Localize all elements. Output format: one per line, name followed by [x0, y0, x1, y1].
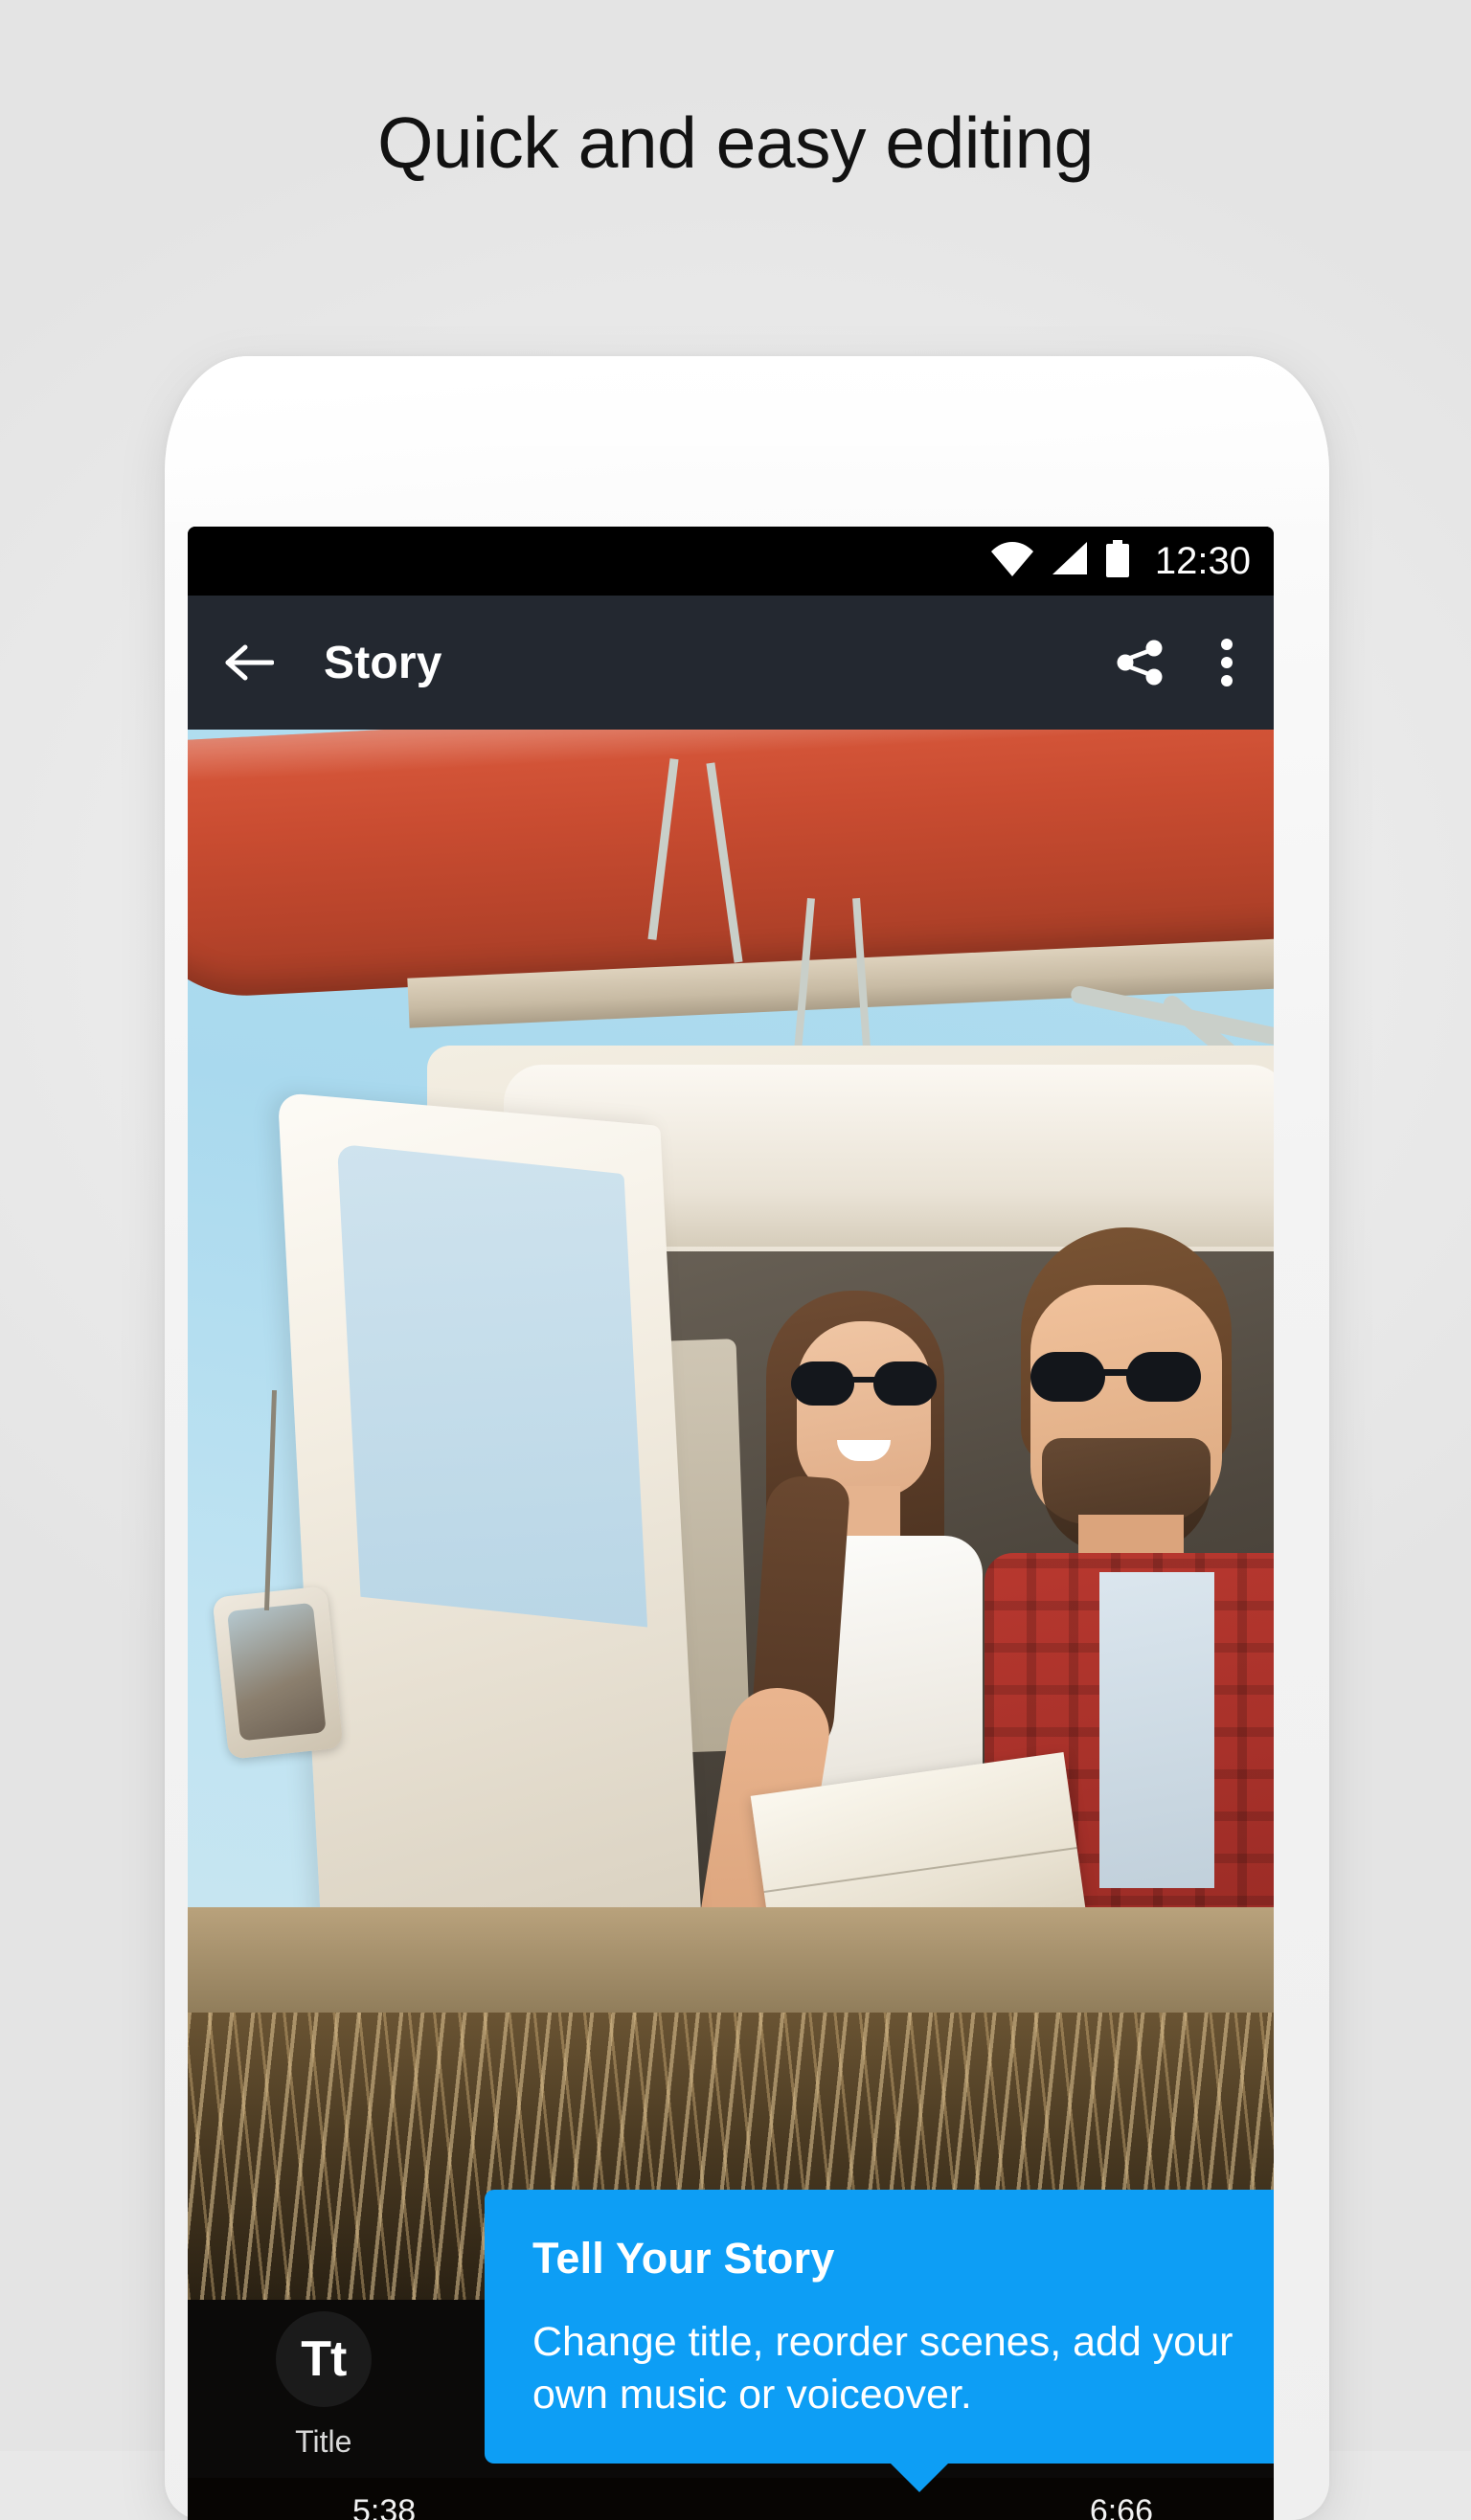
text-format-glyph: Tt: [301, 2331, 347, 2387]
tooltip-title: Tell Your Story: [532, 2234, 835, 2283]
toolbar-item-title[interactable]: Tt Title: [228, 2311, 419, 2460]
tooltip-callout[interactable]: Tell Your Story Change title, reorder sc…: [485, 2190, 1274, 2493]
text-format-icon: Tt: [275, 2311, 372, 2407]
phone-screen: 12:30 Story Tell Your Story Change title…: [188, 527, 1274, 2520]
playback-controls: 5:38 6:66: [188, 2478, 1274, 2520]
current-time-label: 5:38: [352, 2493, 417, 2520]
video-preview[interactable]: [188, 730, 1274, 2300]
share-icon[interactable]: [1115, 638, 1165, 687]
photo-side-mirror: [212, 1586, 344, 1760]
photo-man-sunglasses: [1030, 1352, 1201, 1402]
photo-woman-sunglasses: [791, 1361, 937, 1406]
app-bar: Story: [188, 596, 1274, 730]
app-bar-title: Story: [324, 637, 442, 688]
tooltip-body: Change title, reorder scenes, add your o…: [532, 2319, 1233, 2419]
total-time-label: 6:66: [1089, 2493, 1153, 2520]
photo-woman-face: [797, 1321, 931, 1497]
photo-ground: [188, 1907, 1274, 2022]
battery-icon: [1105, 539, 1130, 583]
status-bar: 12:30: [188, 527, 1274, 596]
status-bar-icons: [990, 539, 1130, 583]
tooltip-pointer: [889, 2462, 950, 2493]
photo-van-door-window: [336, 1143, 648, 1628]
toolbar-label-title: Title: [295, 2424, 352, 2459]
photo-man-tshirt-front: [1099, 1572, 1214, 1888]
cellular-signal-icon: [1051, 541, 1089, 581]
phone-body-highlight: [165, 356, 1329, 548]
more-vert-icon[interactable]: [1220, 638, 1233, 687]
page-title: Quick and easy editing: [377, 102, 1094, 183]
status-bar-time: 12:30: [1154, 540, 1251, 582]
back-arrow-icon[interactable]: [224, 643, 274, 682]
playback-time-row: 5:38 6:66: [188, 2493, 1274, 2520]
phone-device-mockup: 12:30 Story Tell Your Story Change title…: [165, 356, 1329, 2520]
wifi-icon: [990, 541, 1034, 581]
